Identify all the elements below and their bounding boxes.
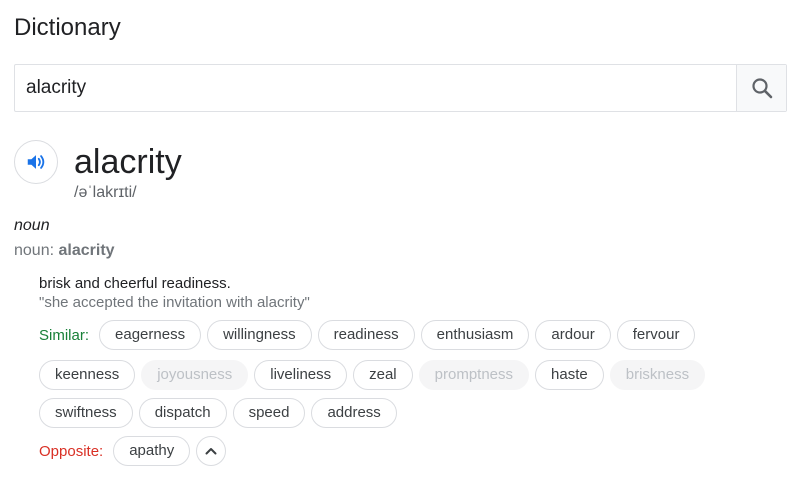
similar-row-3: swiftness dispatch speed address: [39, 398, 397, 428]
headword: alacrity: [74, 143, 182, 181]
synonym-chip[interactable]: swiftness: [39, 398, 133, 428]
page-title: Dictionary: [14, 14, 121, 41]
chevron-up-icon: [205, 448, 217, 455]
search-icon: [751, 78, 772, 99]
synonym-chip[interactable]: promptness: [418, 360, 530, 390]
speaker-icon: [27, 155, 45, 169]
synonym-chip[interactable]: ardour: [535, 320, 611, 350]
synonym-chip[interactable]: haste: [535, 360, 604, 390]
similar-row-2: keenness joyousness liveliness zeal prom…: [39, 360, 706, 390]
similar-label: Similar:: [39, 326, 90, 344]
phonetic-spelling: /əˈlakrɪti/: [74, 184, 137, 201]
search-input[interactable]: [15, 65, 736, 111]
synonym-chip[interactable]: eagerness: [99, 320, 202, 350]
dictionary-panel: Dictionary alacrity /əˈlakrɪti/ noun nou…: [0, 0, 799, 477]
synonym-chip[interactable]: enthusiasm: [420, 320, 530, 350]
example-sentence: "she accepted the invitation with alacri…: [39, 294, 310, 311]
synonym-chip[interactable]: readiness: [317, 320, 415, 350]
synonym-chip[interactable]: joyousness: [141, 360, 249, 390]
definition-text: brisk and cheerful readiness.: [39, 275, 231, 292]
pronunciation-button[interactable]: [14, 140, 58, 184]
similar-row-1: Similar: eagerness willingness readiness…: [39, 320, 696, 350]
antonym-chip[interactable]: apathy: [113, 436, 191, 466]
synonym-chip[interactable]: dispatch: [138, 398, 227, 428]
noun-form-word: alacrity: [58, 242, 115, 259]
synonym-chip[interactable]: address: [311, 398, 397, 428]
opposite-row: Opposite: apathy: [39, 436, 227, 466]
synonym-chip[interactable]: zeal: [353, 360, 413, 390]
search-bar: [14, 64, 787, 112]
opposite-label: Opposite:: [39, 442, 104, 460]
noun-form: noun: alacrity: [14, 242, 115, 260]
search-button[interactable]: [736, 65, 786, 111]
noun-form-label: noun:: [14, 242, 55, 259]
collapse-button[interactable]: [196, 436, 227, 466]
synonym-chip[interactable]: fervour: [616, 320, 696, 350]
synonym-chip[interactable]: speed: [232, 398, 306, 428]
synonym-chip[interactable]: willingness: [207, 320, 312, 350]
synonym-chip[interactable]: keenness: [39, 360, 136, 390]
synonym-chip[interactable]: liveliness: [254, 360, 348, 390]
part-of-speech: noun: [14, 217, 50, 234]
synonym-chip[interactable]: briskness: [609, 360, 706, 390]
